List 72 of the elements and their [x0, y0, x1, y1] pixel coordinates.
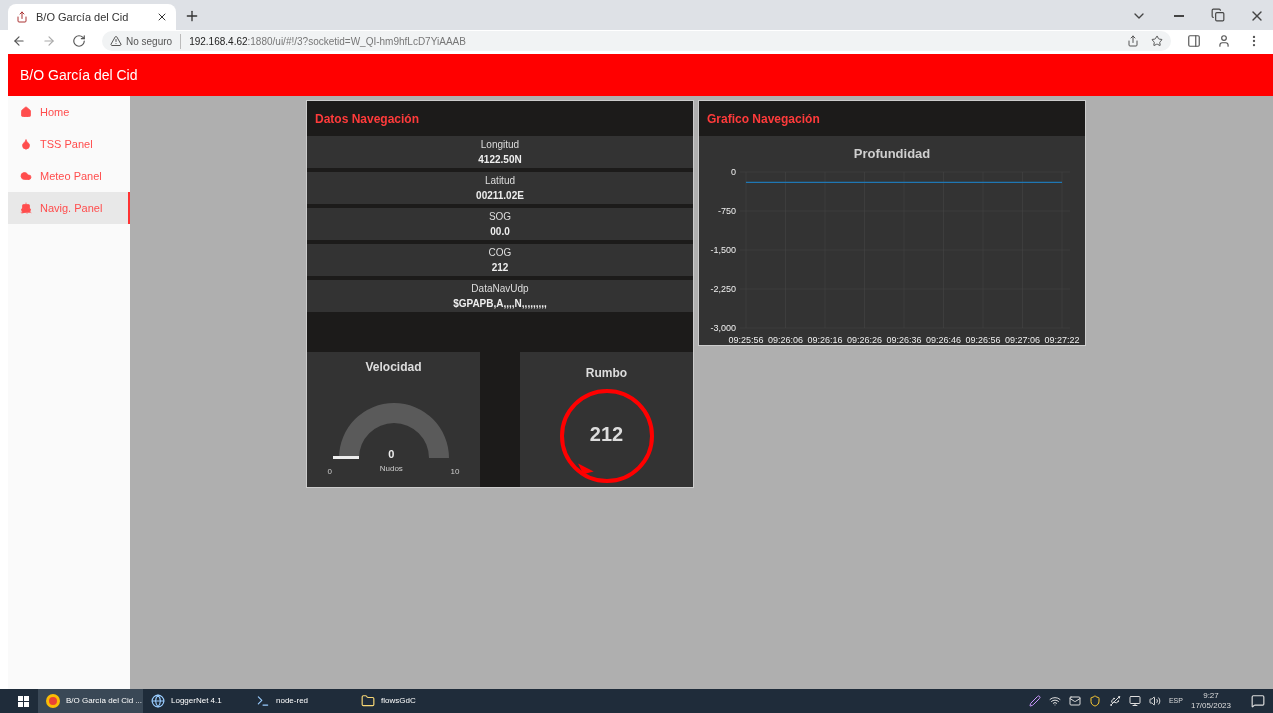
field-label: Longitud [480, 138, 520, 152]
site-icon [16, 11, 28, 23]
clock[interactable]: 9:27 17/05/2023 [1190, 691, 1231, 711]
address-bar[interactable]: No seguro 192.168.4.62:1880/ui/#!/3?socketid=W_QI-hm9hfLcD7YiAAAB [102, 31, 1171, 51]
field-label: COG [488, 246, 512, 260]
pen-icon [1028, 695, 1041, 707]
chart-title: Profundidad [853, 145, 931, 163]
y-tick-label: -750 [718, 205, 736, 216]
side-panel-icon [1187, 34, 1201, 48]
gauge-max: 10 [450, 466, 460, 478]
folder-icon [361, 694, 375, 708]
field-value: 00.0 [490, 225, 510, 239]
reload-icon[interactable] [72, 34, 86, 48]
drop-icon [20, 138, 32, 150]
x-tick-label: 09:26:56 [965, 334, 1001, 345]
share-icon [1127, 35, 1139, 47]
globe-icon [151, 694, 165, 708]
restore-icon [1211, 8, 1225, 22]
x-tick-label: 09:26:06 [768, 334, 803, 345]
x-tick-label: 09:27:22 [1044, 334, 1080, 345]
field-label: DataNavUdp [471, 282, 529, 296]
x-tick-label: 09:27:06 [1005, 334, 1040, 345]
star-icon [1151, 35, 1163, 47]
notifications-icon [1251, 694, 1265, 708]
taskbar-item[interactable]: flowsGdC [353, 689, 458, 713]
usb-icon [1108, 695, 1121, 707]
gauge-needle [332, 456, 359, 459]
field-label: SOG [488, 210, 512, 224]
monitor-icon [1128, 695, 1141, 707]
field-value: 00211.02E [476, 189, 524, 203]
browser-icon [46, 694, 60, 708]
taskbar-item[interactable]: node-red [248, 689, 353, 713]
profile-icon [1217, 34, 1231, 48]
gauge-title: Velocidad [365, 359, 422, 376]
field-value: $GPAPB,A,,,,N,,,,,,,,, [453, 297, 547, 311]
security-label: No seguro [126, 33, 182, 49]
x-tick-label: 09:25:56 [728, 334, 764, 345]
mail-icon [1068, 695, 1081, 707]
terminal-icon [256, 694, 270, 708]
y-tick-label: -3,000 [710, 322, 736, 333]
field-value: 212 [491, 261, 509, 275]
minimize-icon [1174, 15, 1184, 17]
x-tick-label: 09:26:36 [886, 334, 922, 345]
shield-icon [1088, 695, 1101, 707]
x-tick-label: 09:26:46 [926, 334, 961, 345]
x-tick-label: 09:26:26 [847, 334, 882, 345]
y-tick-label: -2,250 [710, 283, 736, 294]
field-value: 4122.50N [478, 153, 522, 167]
taskbar-item[interactable]: LoggerNet 4.1 [143, 689, 248, 713]
y-tick-label: -1,500 [710, 244, 736, 255]
home-icon [20, 106, 32, 118]
volume-icon [1148, 695, 1161, 707]
new-tab-icon [184, 8, 200, 24]
browser-tab[interactable]: B/O García del Cid [8, 4, 176, 30]
taskbar-item[interactable]: B/O García del Cid ... [38, 689, 143, 713]
heading-value: 212 [588, 422, 625, 446]
url-text: 192.168.4.62:1880/ui/#!/3?socketid=W_QI-hm9hfLcD7YiAAAB [188, 34, 466, 49]
field-label: Latitud [485, 174, 515, 188]
cloud-icon [20, 170, 32, 182]
y-tick-label: 0 [731, 167, 736, 177]
x-tick-label: 09:26:16 [807, 334, 843, 345]
gauge-min: 0 [327, 466, 332, 478]
back-icon[interactable] [12, 34, 26, 48]
network-icon [1048, 695, 1061, 707]
card-title: Datos Navegación [314, 110, 421, 128]
warning-icon [110, 35, 122, 47]
heading-title: Rumbo [585, 365, 628, 382]
card-title: Grafico Navegación [699, 101, 1085, 136]
app-title: B/O García del Cid [20, 65, 138, 85]
gauge-unit: Nudos [379, 462, 403, 475]
gauge-value: 0 [388, 447, 395, 462]
close-icon [156, 11, 168, 23]
